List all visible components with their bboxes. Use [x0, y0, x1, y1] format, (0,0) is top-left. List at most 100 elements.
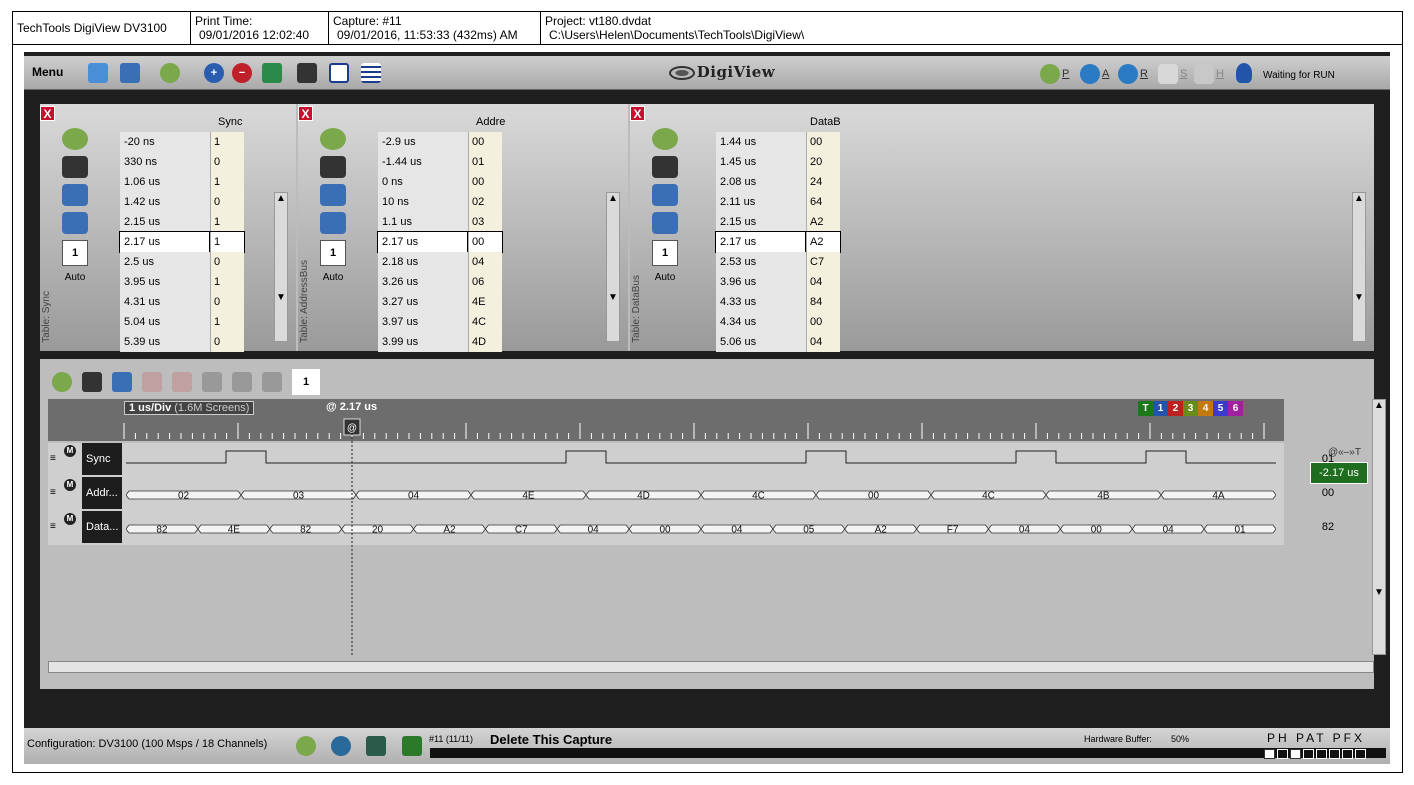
expand-icon[interactable]: [232, 372, 252, 392]
table-row[interactable]: 4.34 us 00: [716, 312, 840, 332]
table-row[interactable]: 4.33 us 84: [716, 292, 840, 312]
address-scrollbar[interactable]: ▲ ▼: [606, 192, 620, 342]
table-row[interactable]: 5.04 us 1: [120, 312, 244, 332]
table-row[interactable]: 5.39 us 0: [120, 332, 244, 352]
table-row[interactable]: 2.15 us 1: [120, 212, 244, 232]
sync-panel-num[interactable]: 1: [62, 240, 88, 266]
settings-gear-icon[interactable]: [160, 63, 180, 83]
cursor-delta-value[interactable]: -2.17 us: [1310, 462, 1368, 484]
table-row[interactable]: -1.44 us 01: [378, 152, 502, 172]
table-row[interactable]: -2.9 us 00: [378, 132, 502, 152]
table-row[interactable]: 3.27 us 4E: [378, 292, 502, 312]
data-scrollbar[interactable]: ▲ ▼: [1352, 192, 1366, 342]
fit-icon[interactable]: [202, 372, 222, 392]
sync-panel-close-button[interactable]: X: [40, 106, 55, 121]
layout-icon[interactable]: [361, 63, 381, 83]
run-p-button[interactable]: P: [1040, 64, 1069, 84]
table-row[interactable]: 5.06 us 04: [716, 332, 840, 352]
run-r-button[interactable]: R: [1118, 64, 1148, 84]
table-row[interactable]: 2.15 us A2: [716, 212, 840, 232]
print-icon[interactable]: [62, 156, 88, 178]
sync-table[interactable]: -20 ns 1 330 ns 0 1.06 us 1 1.42 us 0 2.15 us 1 2.…: [119, 132, 245, 352]
table-row[interactable]: 2.17 us 1: [119, 231, 245, 253]
table-row[interactable]: 3.96 us 04: [716, 272, 840, 292]
table-row[interactable]: 1.06 us 1: [120, 172, 244, 192]
table-row[interactable]: 3.26 us 06: [378, 272, 502, 292]
data-panel-num[interactable]: 1: [652, 240, 678, 266]
table-row[interactable]: 4.31 us 0: [120, 292, 244, 312]
table-row[interactable]: 3.95 us 1: [120, 272, 244, 292]
halt-button[interactable]: H: [1194, 64, 1224, 84]
channel-m-icon[interactable]: M: [64, 479, 76, 491]
filter-icon[interactable]: [62, 184, 88, 206]
table-row[interactable]: 2.5 us 0: [120, 252, 244, 272]
notebook-icon[interactable]: [402, 736, 422, 756]
filter-icon[interactable]: [652, 184, 678, 206]
menu-button[interactable]: Menu: [32, 65, 63, 79]
table-row[interactable]: 1.1 us 03: [378, 212, 502, 232]
capture-print-icon[interactable]: [366, 736, 386, 756]
config-gear-icon[interactable]: [296, 736, 316, 756]
print-icon[interactable]: [82, 372, 102, 392]
address-column-header[interactable]: Addre: [476, 116, 505, 128]
channel-name[interactable]: Sync: [82, 443, 122, 475]
gear-icon[interactable]: [62, 128, 88, 150]
channel-name[interactable]: Data...: [82, 511, 122, 543]
table-row[interactable]: 2.17 us 00: [377, 231, 503, 253]
data-panel-close-button[interactable]: X: [630, 106, 645, 121]
screenshot-icon[interactable]: [112, 372, 132, 392]
table-row[interactable]: 1.45 us 20: [716, 152, 840, 172]
zoom-in-icon[interactable]: [142, 372, 162, 392]
drag-handle-icon[interactable]: ≡: [50, 487, 56, 498]
marker-icon[interactable]: [262, 372, 282, 392]
refresh-icon[interactable]: [331, 736, 351, 756]
table-row[interactable]: 1.44 us 00: [716, 132, 840, 152]
channel-name[interactable]: Addr...: [82, 477, 122, 509]
address-table[interactable]: -2.9 us 00 -1.44 us 01 0 ns 00 10 ns 02 1.1 us 03…: [377, 132, 503, 352]
table-row[interactable]: 2.08 us 24: [716, 172, 840, 192]
waveform-scrollbar[interactable]: ▲ ▼: [1372, 399, 1386, 655]
save-icon[interactable]: [120, 63, 140, 83]
run-a-button[interactable]: A: [1080, 64, 1109, 84]
channel-row[interactable]: ≡ M Addr... 02 03 04 4E 4D 4C 00 4C 4B 4A: [48, 477, 1284, 511]
channel-row[interactable]: ≡ M Data... 82 4E 82 20 A2 C7 04 00 04 05 A2 F7 04 00 04 0…: [48, 511, 1284, 545]
print-icon[interactable]: [652, 156, 678, 178]
expand-icon[interactable]: [62, 212, 88, 234]
cursor-marker[interactable]: @: [343, 418, 361, 436]
add-icon[interactable]: +: [204, 63, 224, 83]
stop-button[interactable]: S: [1158, 64, 1187, 84]
drag-handle-icon[interactable]: ≡: [50, 453, 56, 464]
remove-icon[interactable]: −: [232, 63, 252, 83]
table-row[interactable]: 330 ns 0: [120, 152, 244, 172]
table-row[interactable]: 3.99 us 4D: [378, 332, 502, 352]
data-panel-auto[interactable]: Auto: [652, 272, 678, 283]
table-row[interactable]: 2.18 us 04: [378, 252, 502, 272]
data-table[interactable]: 1.44 us 00 1.45 us 20 2.08 us 24 2.11 us 64 2.15…: [715, 132, 841, 352]
gear-icon[interactable]: [652, 128, 678, 150]
delete-capture-button[interactable]: Delete This Capture: [490, 732, 612, 747]
window-icon[interactable]: [329, 63, 349, 83]
table-row[interactable]: 2.17 us A2: [715, 231, 841, 253]
sync-column-header[interactable]: Sync: [218, 116, 242, 128]
settings-gear-icon[interactable]: [52, 372, 72, 392]
horizontal-scrollbar[interactable]: [48, 661, 1374, 673]
table-row[interactable]: 2.53 us C7: [716, 252, 840, 272]
table-row[interactable]: 10 ns 02: [378, 192, 502, 212]
print-icon[interactable]: [297, 63, 317, 83]
filter-icon[interactable]: [320, 184, 346, 206]
gear-icon[interactable]: [320, 128, 346, 150]
address-panel-num[interactable]: 1: [320, 240, 346, 266]
address-panel-close-button[interactable]: X: [298, 106, 313, 121]
channel-m-icon[interactable]: M: [64, 513, 76, 525]
table-row[interactable]: 1.42 us 0: [120, 192, 244, 212]
expand-icon[interactable]: [652, 212, 678, 234]
open-icon[interactable]: [88, 63, 108, 83]
sync-panel-auto[interactable]: Auto: [62, 272, 88, 283]
zoom-out-icon[interactable]: [172, 372, 192, 392]
table-row[interactable]: 0 ns 00: [378, 172, 502, 192]
expand-icon[interactable]: [320, 212, 346, 234]
sync-scrollbar[interactable]: ▲ ▼: [274, 192, 288, 342]
table-row[interactable]: 3.97 us 4C: [378, 312, 502, 332]
channel-m-icon[interactable]: M: [64, 445, 76, 457]
waveform-num[interactable]: 1: [292, 369, 320, 395]
